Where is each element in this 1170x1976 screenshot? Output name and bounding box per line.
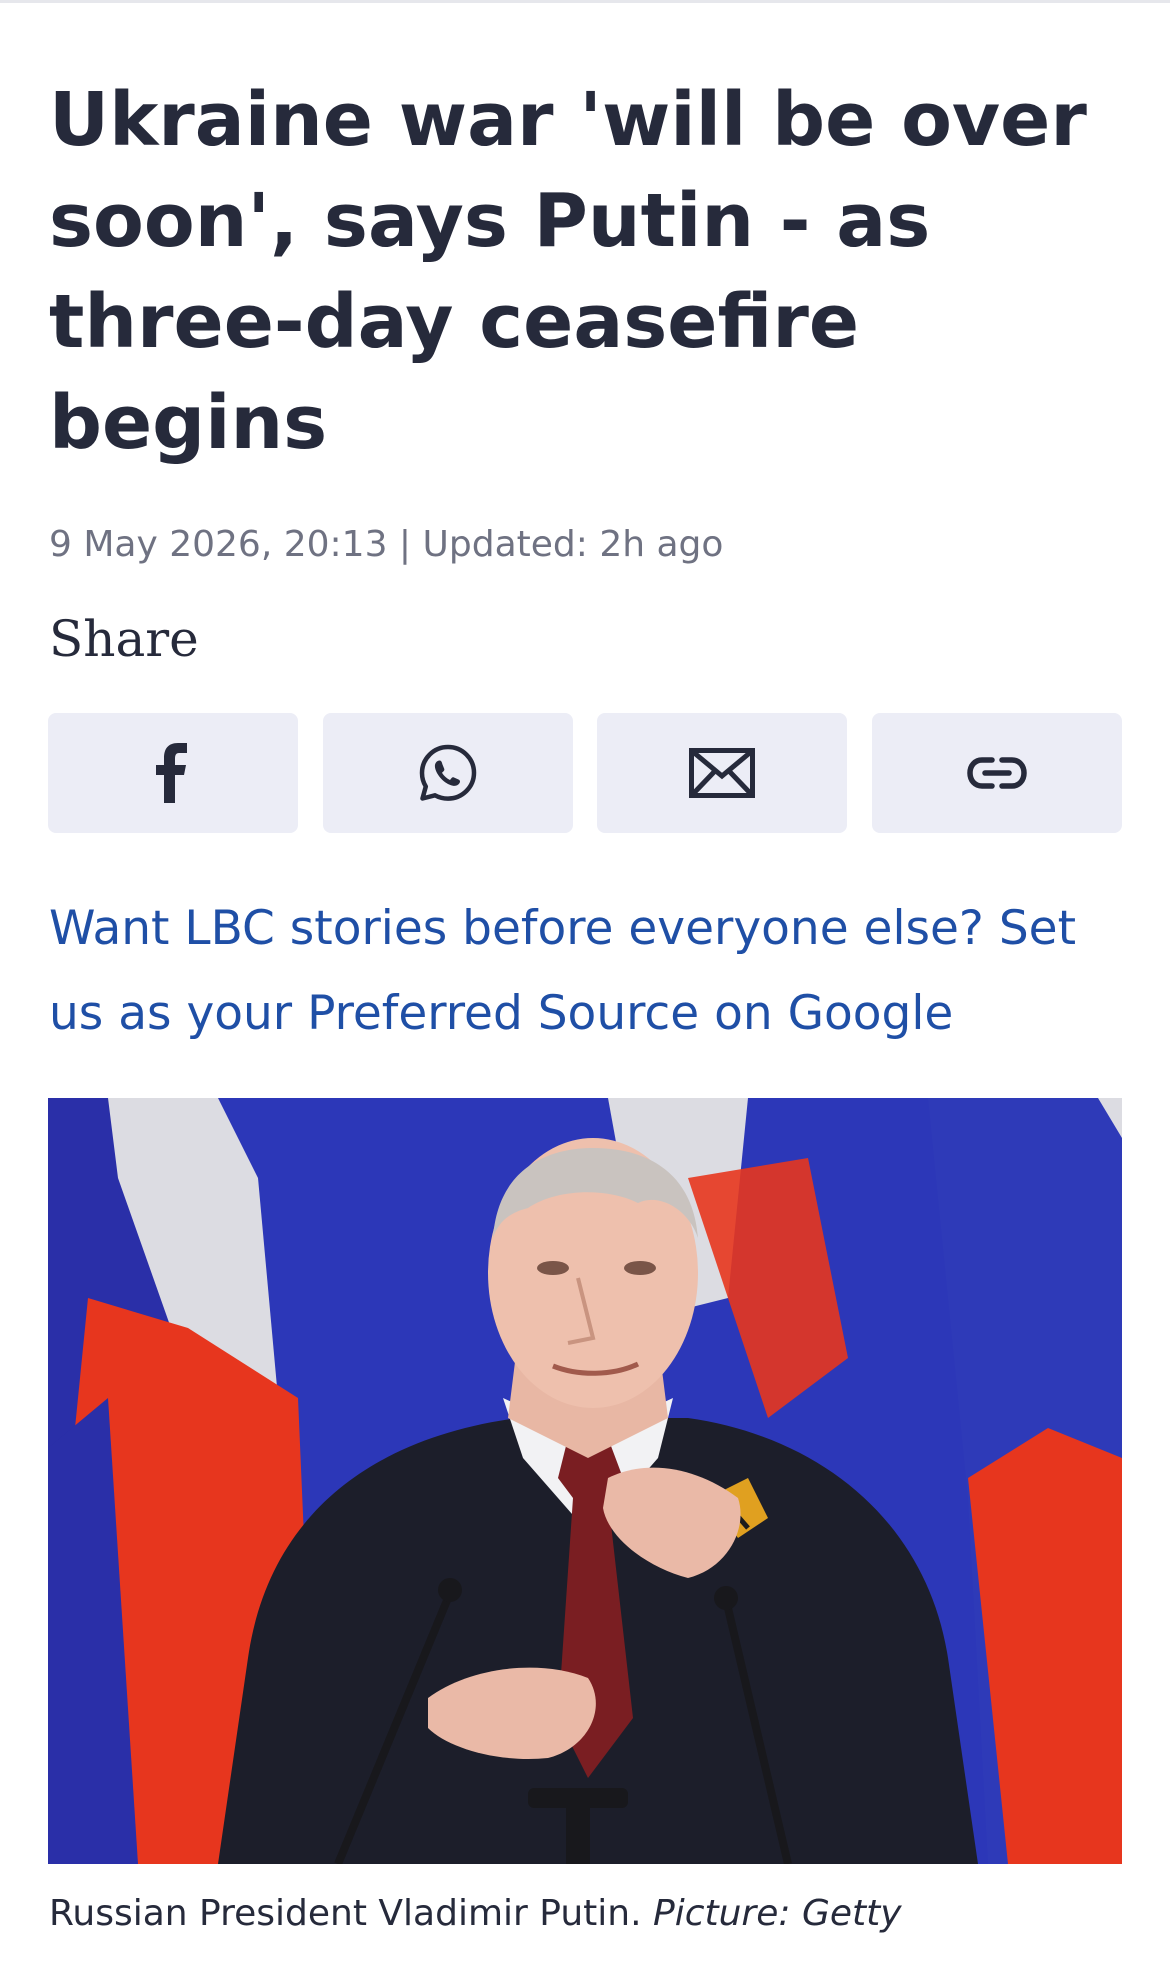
caption-text: Russian President Vladimir Putin.	[49, 1893, 642, 1934]
publish-date: 9 May 2026, 20:13	[49, 524, 388, 565]
photo-credit: Picture: Getty	[653, 1893, 902, 1934]
article-meta: 9 May 2026, 20:13 | Updated: 2h ago	[49, 524, 723, 565]
facebook-icon	[156, 743, 187, 803]
share-facebook-button[interactable]	[48, 713, 298, 833]
top-divider	[0, 0, 1170, 3]
updated-time: Updated: 2h ago	[422, 524, 724, 565]
share-bar	[48, 713, 1122, 833]
email-icon	[689, 748, 756, 798]
link-icon	[967, 757, 1027, 789]
article-headline: Ukraine war 'will be over soon', says Pu…	[49, 77, 1087, 466]
meta-separator: |	[398, 524, 412, 565]
share-whatsapp-button[interactable]	[322, 713, 573, 833]
copy-link-button[interactable]	[871, 713, 1122, 833]
photo-caption: Russian President Vladimir Putin. Pictur…	[49, 1893, 902, 1934]
preferred-source-link[interactable]: Want LBC stories before everyone else? S…	[49, 886, 1139, 1056]
article-photo	[48, 1098, 1122, 1864]
share-heading: Share	[49, 610, 199, 668]
share-email-button[interactable]	[597, 713, 848, 833]
whatsapp-icon	[419, 744, 476, 801]
